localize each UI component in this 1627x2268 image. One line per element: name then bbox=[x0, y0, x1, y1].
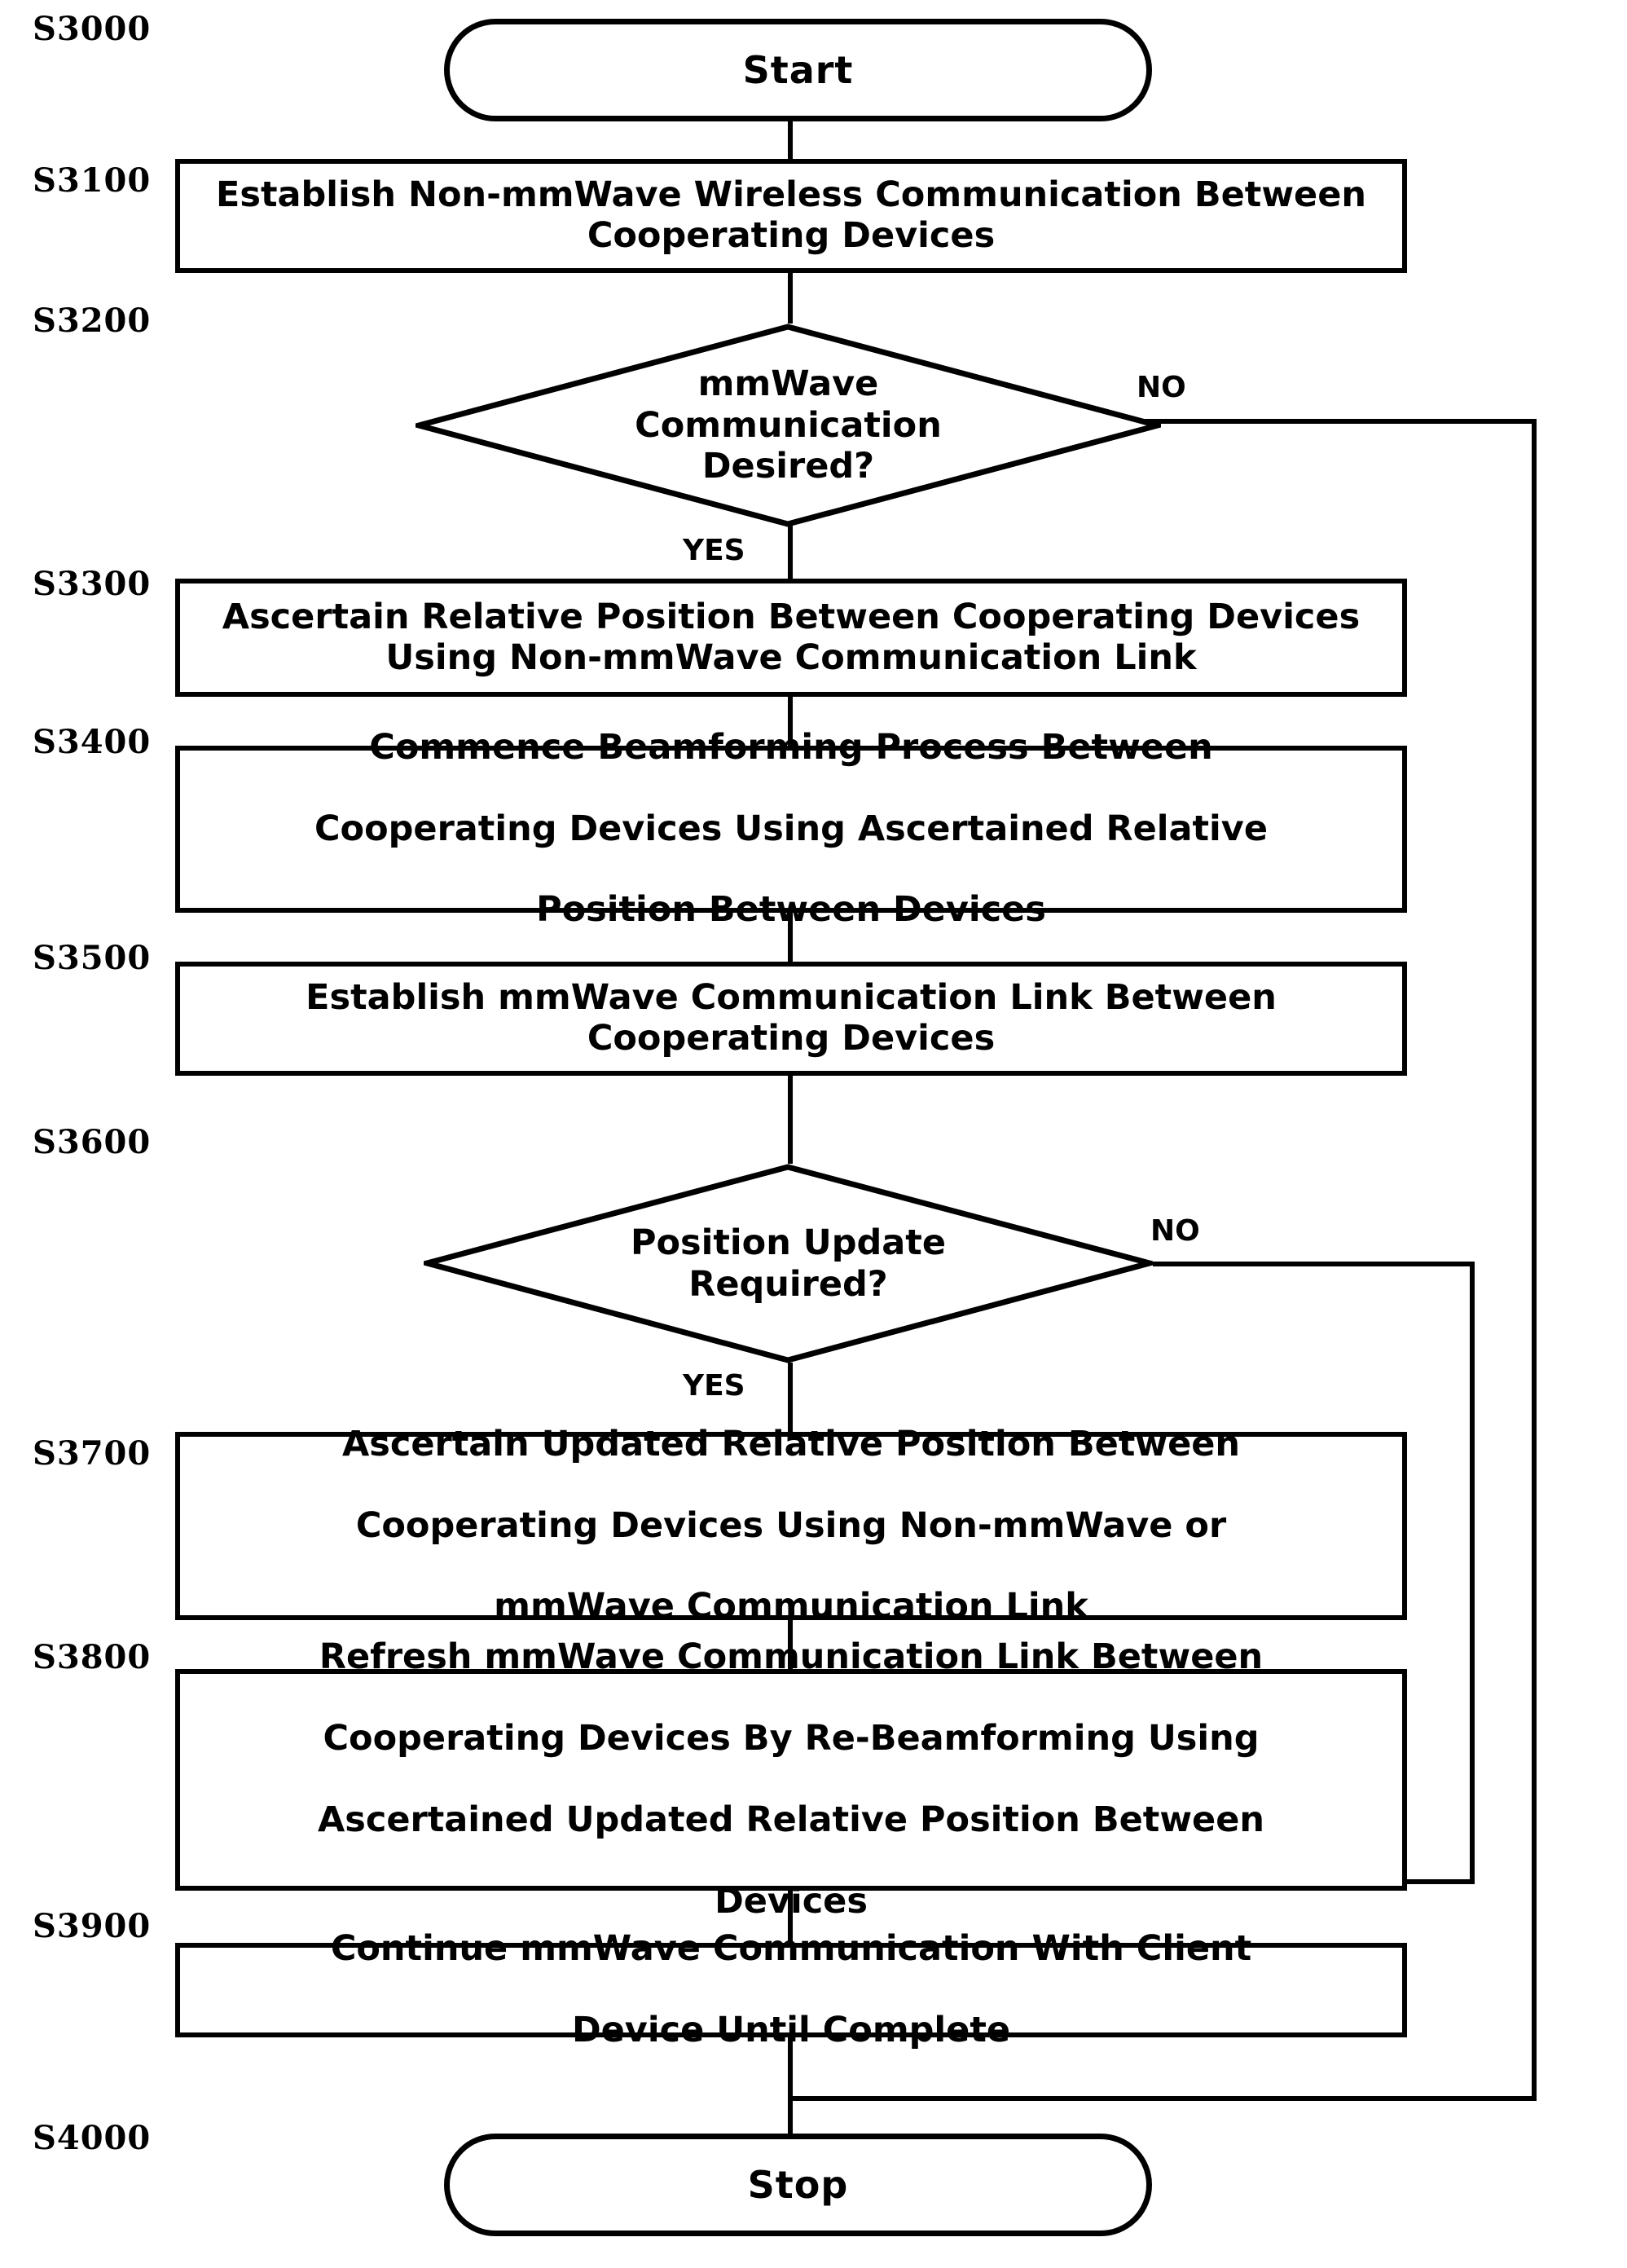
connector-s3600-yes-to-s3700 bbox=[788, 1363, 793, 1432]
step-ref-s3300: S3300 bbox=[33, 565, 152, 603]
process-box-s3700[interactable]: Ascertain Updated Relative Position Betw… bbox=[175, 1424, 1407, 1627]
step-ref-s3000: S3000 bbox=[33, 10, 152, 48]
branch-label-yes-s3200: YES bbox=[683, 534, 745, 567]
decision-diamond-s3200[interactable]: mmWave Communication Desired? bbox=[416, 324, 1161, 527]
process-box-s3500-label: Establish mmWave Communication Link Betw… bbox=[306, 977, 1277, 1059]
connector-s3100-to-s3200 bbox=[788, 273, 793, 324]
process-s3400-line3: Position Between Devices bbox=[536, 889, 1046, 931]
terminal-stop[interactable]: Stop bbox=[444, 2134, 1152, 2236]
step-ref-s3900: S3900 bbox=[33, 1907, 152, 1945]
process-box-s3300[interactable]: Ascertain Relative Position Between Coop… bbox=[175, 579, 1407, 697]
process-box-s3100-label: Establish Non-mmWave Wireless Communicat… bbox=[215, 174, 1366, 256]
step-ref-s3800: S3800 bbox=[33, 1638, 152, 1676]
flowchart-canvas: S3000 S3100 S3200 S3300 S3400 S3500 S360… bbox=[0, 0, 1627, 2268]
step-ref-s3600: S3600 bbox=[33, 1123, 152, 1161]
terminal-start[interactable]: Start bbox=[444, 19, 1152, 121]
step-ref-s3400: S3400 bbox=[33, 723, 152, 761]
process-box-s3800[interactable]: Refresh mmWave Communication Link Betwee… bbox=[175, 1637, 1407, 1922]
process-s3800-line3: Ascertained Updated Relative Position Be… bbox=[318, 1799, 1264, 1840]
process-s3800-line4: Devices bbox=[715, 1880, 868, 1922]
decision-diamond-s3200-shape bbox=[416, 324, 1161, 527]
decision-diamond-s3600-shape bbox=[424, 1164, 1153, 1363]
terminal-start-label: Start bbox=[742, 48, 854, 92]
process-s3700-line1: Ascertain Updated Relative Position Betw… bbox=[341, 1423, 1241, 1464]
branch-label-no-s3600: NO bbox=[1150, 1214, 1200, 1248]
step-ref-s3100: S3100 bbox=[33, 161, 152, 200]
process-s3700-line2: Cooperating Devices Using Non-mmWave or bbox=[355, 1504, 1227, 1546]
process-s3800-line2: Cooperating Devices By Re-Beamforming Us… bbox=[323, 1718, 1260, 1759]
process-s3800-line1: Refresh mmWave Communication Link Betwee… bbox=[319, 1636, 1264, 1678]
process-box-s3500[interactable]: Establish mmWave Communication Link Betw… bbox=[175, 962, 1407, 1076]
step-ref-s3700: S3700 bbox=[33, 1434, 152, 1473]
connector-s3600-no-vertical bbox=[1470, 1262, 1475, 1884]
process-box-s3400[interactable]: Commence Beamforming Process Between Coo… bbox=[175, 727, 1407, 930]
connector-s3500-to-s3600 bbox=[788, 1076, 793, 1164]
step-ref-s3500: S3500 bbox=[33, 939, 152, 977]
process-s3700-line3: mmWave Communication Link bbox=[494, 1586, 1088, 1627]
connector-s3900-to-stop bbox=[788, 2037, 793, 2134]
process-box-s3300-label: Ascertain Relative Position Between Coop… bbox=[222, 596, 1361, 678]
process-box-s3900[interactable]: Continue mmWave Communication With Clien… bbox=[175, 1928, 1407, 2050]
connector-s3200-yes-to-s3300 bbox=[788, 526, 793, 579]
process-s3900-line2: Device Until Complete bbox=[571, 2009, 1011, 2050]
connector-s3200-no-vertical bbox=[1532, 419, 1537, 2101]
connector-s3600-no-horizontal bbox=[1153, 1262, 1475, 1266]
decision-diamond-s3600[interactable]: Position Update Required? bbox=[424, 1164, 1153, 1363]
process-s3900-line1: Continue mmWave Communication With Clien… bbox=[330, 1928, 1252, 1970]
connector-s3200-no-return bbox=[788, 2096, 1537, 2101]
process-s3400-line1: Commence Beamforming Process Between bbox=[369, 726, 1213, 768]
process-s3400-line2: Cooperating Devices Using Ascertained Re… bbox=[314, 808, 1268, 849]
process-box-s3100[interactable]: Establish Non-mmWave Wireless Communicat… bbox=[175, 159, 1407, 273]
step-ref-s4000: S4000 bbox=[33, 2119, 152, 2157]
terminal-stop-label: Stop bbox=[747, 2163, 849, 2207]
step-ref-s3200: S3200 bbox=[33, 302, 152, 340]
branch-label-yes-s3600: YES bbox=[683, 1369, 745, 1403]
